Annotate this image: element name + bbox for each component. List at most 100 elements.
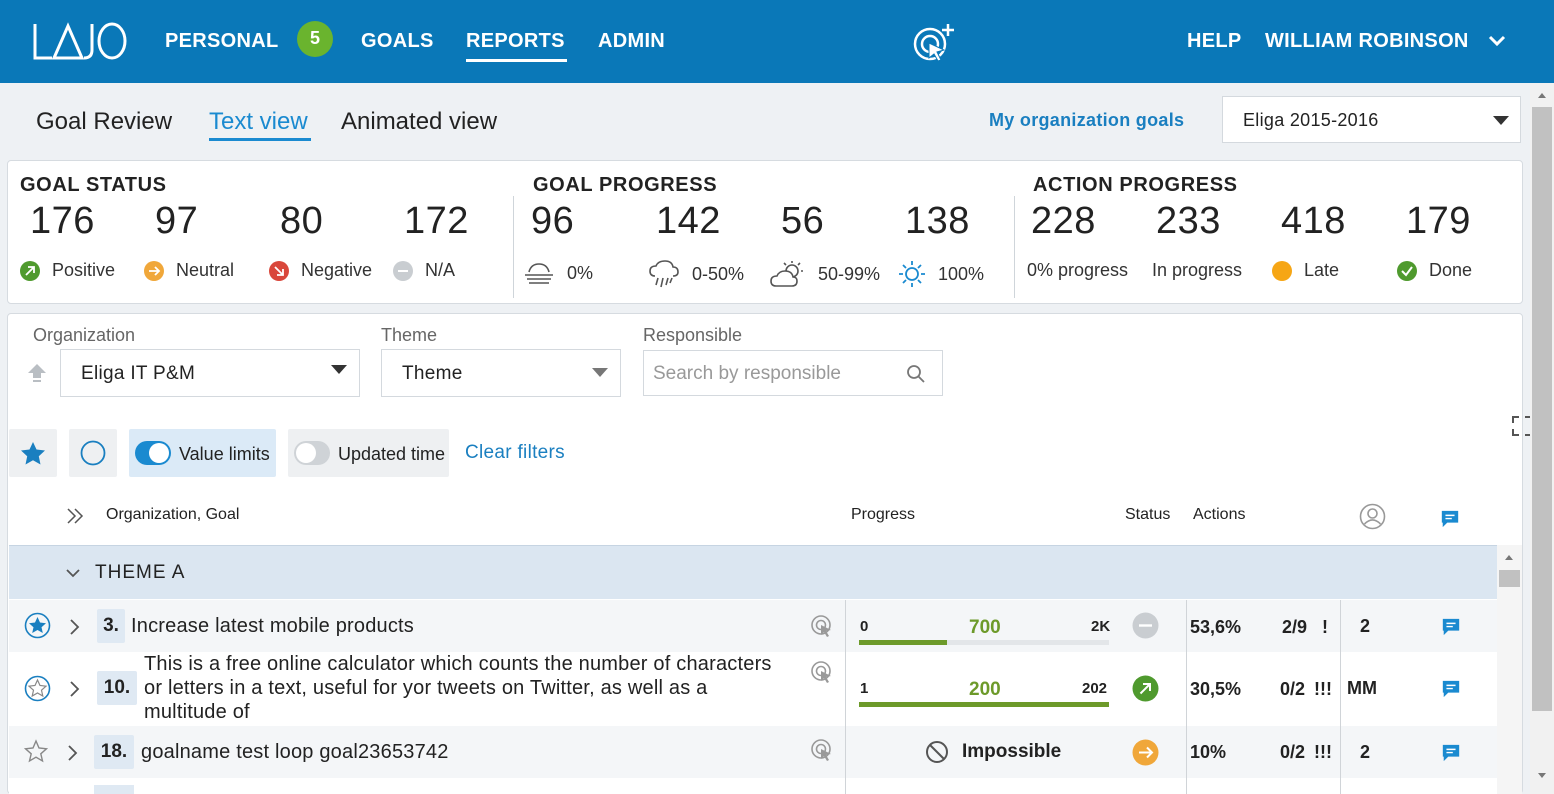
progress-50-99-filter[interactable]: 50-99% <box>770 260 880 288</box>
positive-filter[interactable]: Positive <box>20 260 115 281</box>
actions-count[interactable]: 0/2 <box>1280 742 1305 763</box>
action-in-progress-filter[interactable]: In progress <box>1152 260 1242 281</box>
col-header-status[interactable]: Status <box>1125 506 1170 524</box>
negative-filter[interactable]: Negative <box>269 260 372 281</box>
late-flag: !!! <box>1314 679 1332 699</box>
na-filter[interactable]: N/A <box>393 260 455 281</box>
organization-select[interactable]: Eliga IT P&M <box>60 349 360 397</box>
chevron-right-icon[interactable] <box>68 680 82 698</box>
user-menu-name[interactable]: WILLIAM ROBINSON <box>1265 30 1469 53</box>
theme-group-row[interactable] <box>9 545 1497 599</box>
nav-personal[interactable]: PERSONAL <box>165 30 279 53</box>
progress-0-50-filter[interactable]: 0-50% <box>648 260 744 288</box>
progress-value: 200 <box>969 679 1001 700</box>
star-outline-icon[interactable] <box>24 675 51 702</box>
target-cursor-icon[interactable] <box>810 660 834 684</box>
action-0-filter[interactable]: 0% progress <box>1027 260 1128 281</box>
na-count: 172 <box>404 200 469 242</box>
tab-animated-view[interactable]: Animated view <box>341 108 497 136</box>
comment-icon[interactable] <box>1440 617 1462 637</box>
action-late-count: 418 <box>1281 200 1346 242</box>
col-header-actions[interactable]: Actions <box>1193 506 1245 524</box>
sun-icon <box>899 261 925 287</box>
tab-text-view[interactable]: Text view <box>209 108 308 136</box>
responsible-label: Responsible <box>643 325 743 345</box>
late-dot-icon <box>1272 260 1292 281</box>
theme-select-value: Theme <box>402 363 463 384</box>
chevron-down-icon[interactable] <box>1487 31 1507 51</box>
value-limits-switch[interactable] <box>135 441 171 465</box>
late-flag: ! <box>1322 617 1328 637</box>
target-cursor-icon[interactable] <box>810 738 834 762</box>
target-cursor-icon[interactable] <box>810 614 834 638</box>
updated-time-toggle[interactable]: Updated time <box>288 429 449 477</box>
col-header-progress[interactable]: Progress <box>851 506 915 524</box>
goal-title[interactable]: goalname test loop goal23653742 <box>141 740 449 764</box>
progress-0-filter[interactable]: 0% <box>523 260 593 286</box>
page-scrollbar[interactable] <box>1530 83 1554 794</box>
scroll-up-arrow-icon[interactable] <box>1537 91 1547 99</box>
favorites-filter-button[interactable] <box>9 429 57 477</box>
tab-goal-review[interactable]: Goal Review <box>36 108 172 136</box>
na-label: N/A <box>425 260 456 280</box>
caret-down-icon <box>331 365 347 374</box>
circle-filter-button[interactable] <box>69 429 117 477</box>
updated-time-switch[interactable] <box>294 441 330 465</box>
lajo-logo[interactable] <box>32 20 128 62</box>
goal-number <box>94 785 134 794</box>
check-icon <box>1397 260 1417 281</box>
value-limits-toggle[interactable]: Value limits <box>129 429 276 477</box>
page-scroll-thumb[interactable] <box>1532 107 1552 711</box>
comment-icon[interactable] <box>1440 679 1462 699</box>
theme-label: Theme <box>381 325 438 345</box>
neutral-filter[interactable]: Neutral <box>144 260 234 281</box>
chevron-down-icon[interactable] <box>65 566 81 580</box>
table-row[interactable] <box>9 778 1497 794</box>
progress-max: 2K <box>1091 618 1111 635</box>
theme-select[interactable]: Theme <box>381 349 621 397</box>
action-done-filter[interactable]: Done <box>1397 260 1472 281</box>
caret-down-icon <box>592 368 608 377</box>
value-limits-label: Value limits <box>179 444 270 464</box>
progress-50-99-label: 50-99% <box>818 263 881 284</box>
stats-divider <box>1014 196 1015 298</box>
progress-100-filter[interactable]: 100% <box>898 260 984 288</box>
progress-0-50-label: 0-50% <box>692 263 745 284</box>
clear-filters-link[interactable]: Clear filters <box>465 442 565 464</box>
period-select[interactable]: Eliga 2015-2016 <box>1222 96 1521 143</box>
switch-knob <box>149 443 169 463</box>
comment-icon[interactable] <box>1440 743 1462 763</box>
scroll-down-arrow-icon[interactable] <box>1537 772 1547 780</box>
period-select-value: Eliga 2015-2016 <box>1243 110 1379 130</box>
responsible-search-input[interactable]: Search by responsible <box>643 350 943 396</box>
actions-count[interactable]: 0/2 <box>1280 679 1305 700</box>
nav-reports[interactable]: REPORTS <box>466 30 565 53</box>
table-scroll-thumb[interactable] <box>1499 570 1520 587</box>
my-organization-goals-link[interactable]: My organization goals <box>989 110 1184 131</box>
scroll-up-arrow-icon[interactable] <box>1504 553 1514 561</box>
progress-fill <box>859 702 1109 707</box>
goal-title[interactable]: Increase latest mobile products <box>131 614 414 638</box>
star-filled-icon[interactable] <box>24 612 51 639</box>
nav-active-underline <box>466 59 567 62</box>
action-in-progress-count: 233 <box>1156 200 1221 242</box>
nav-admin[interactable]: ADMIN <box>598 30 665 53</box>
goal-number: 10. <box>97 671 137 705</box>
responsible-value: 2 <box>1360 742 1371 762</box>
search-icon <box>907 365 925 383</box>
negative-arrow-icon <box>269 260 289 281</box>
actions-count[interactable]: 2/9 <box>1282 617 1307 638</box>
chevron-right-icon[interactable] <box>68 618 82 636</box>
star-outline-icon[interactable] <box>24 739 48 763</box>
nav-goals[interactable]: GOALS <box>361 30 434 53</box>
add-target-cursor-icon[interactable] <box>910 22 956 64</box>
chevron-right-icon[interactable] <box>66 744 80 762</box>
goal-title[interactable]: This is a free online calculator which c… <box>144 652 784 724</box>
action-late-filter[interactable]: Late <box>1272 260 1339 281</box>
nav-help[interactable]: HELP <box>1187 30 1242 53</box>
up-level-arrow-icon[interactable] <box>26 362 48 384</box>
table-scrollbar[interactable] <box>1497 545 1522 794</box>
expand-all-icon[interactable] <box>66 507 84 525</box>
personal-count-badge: 5 <box>297 21 333 57</box>
col-header-goal[interactable]: Organization, Goal <box>106 506 239 524</box>
